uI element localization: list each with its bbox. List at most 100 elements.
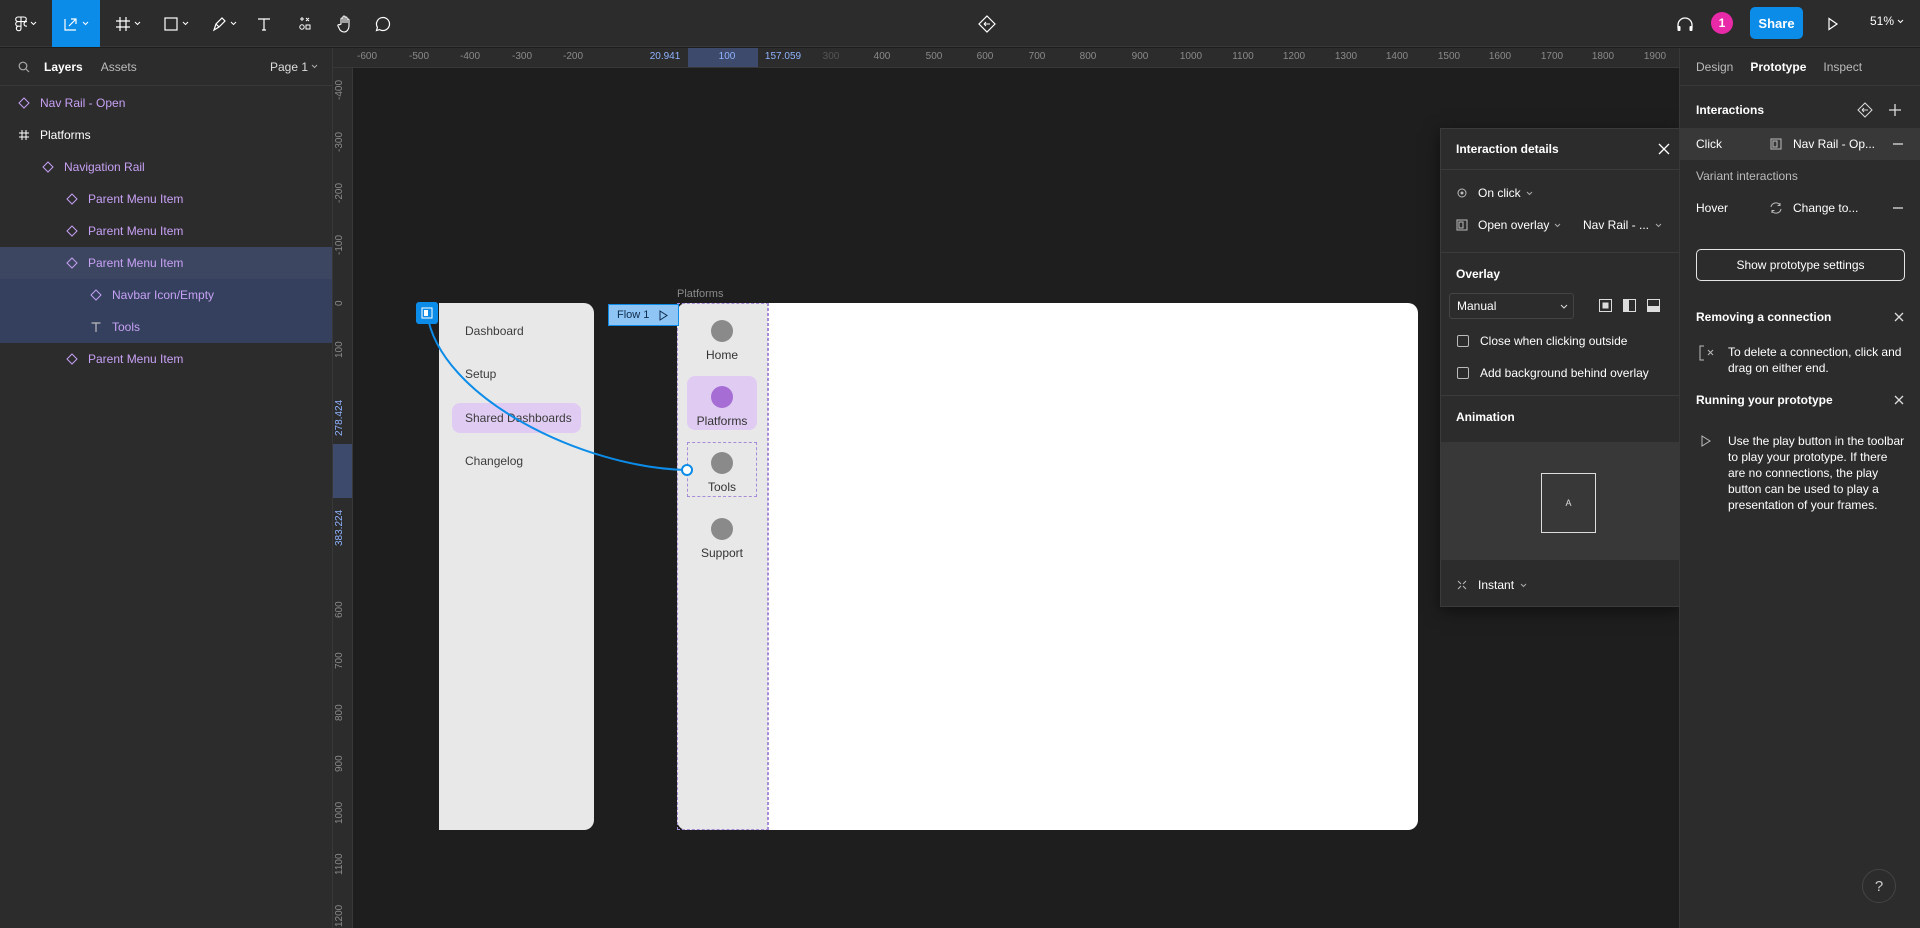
add-icon[interactable]: [1889, 104, 1901, 116]
close-outside-option[interactable]: Close when clicking outside: [1441, 329, 1679, 353]
layer-label: Nav Rail - Open: [40, 96, 126, 110]
main-menu-button[interactable]: [8, 0, 44, 47]
action-row: Open overlay Nav Rail - ...: [1441, 210, 1679, 240]
remove-icon[interactable]: [1893, 143, 1903, 145]
shape-tool-button[interactable]: [158, 0, 194, 47]
chevron-down-icon: [1555, 223, 1561, 227]
ruler-tick: 400: [873, 51, 891, 62]
layer-item-platforms[interactable]: Platforms: [0, 119, 332, 151]
ruler-tick: 1000: [1179, 51, 1203, 62]
ruler-tick-selection-start: 278.424: [334, 399, 345, 436]
ruler-selection-highlight: [333, 444, 352, 498]
layers-panel: Layers Assets Page 1 Nav Rail - Open Pla…: [0, 48, 333, 928]
chevron-down-icon: [1655, 223, 1662, 227]
search-icon[interactable]: [18, 61, 30, 73]
ruler-tick: 300: [822, 51, 840, 62]
destination-label: Nav Rail - ...: [1583, 218, 1650, 232]
tab-prototype[interactable]: Prototype: [1750, 60, 1806, 74]
animation-heading: Animation: [1456, 410, 1515, 424]
ruler-tick: 900: [334, 755, 345, 772]
connection-origin-handle[interactable]: [416, 302, 438, 324]
checkbox[interactable]: [1457, 335, 1469, 347]
component-icon: [40, 159, 56, 175]
add-background-option[interactable]: Add background behind overlay: [1441, 361, 1679, 385]
chevron-down-icon: [182, 21, 189, 26]
ruler-tick: 1300: [1334, 51, 1358, 62]
close-icon[interactable]: [1894, 312, 1904, 322]
checkbox[interactable]: [1457, 367, 1469, 379]
pen-tool-button[interactable]: [206, 0, 242, 47]
text-tool-button[interactable]: [252, 0, 276, 47]
chevron-down-icon: [311, 64, 318, 69]
ruler-tick: 800: [1079, 51, 1097, 62]
running-help-text: Use the play button in the toolbar to pl…: [1728, 434, 1905, 512]
interactions-header: Interactions: [1680, 95, 1920, 125]
chevron-down-icon: [1897, 19, 1904, 23]
share-button[interactable]: Share: [1750, 7, 1803, 39]
resources-button[interactable]: [292, 0, 318, 47]
layer-item-parent-menu-item[interactable]: Parent Menu Item: [0, 343, 332, 375]
close-icon[interactable]: [1658, 143, 1670, 155]
align-center-icon[interactable]: [1599, 299, 1612, 312]
interaction-row-click[interactable]: Click Nav Rail - Op...: [1680, 128, 1920, 160]
overlay-position-select[interactable]: Manual: [1449, 293, 1574, 319]
chevron-down-icon: [1526, 191, 1533, 195]
destination-select[interactable]: Nav Rail - ...: [1583, 218, 1662, 232]
align-bottom-icon[interactable]: [1647, 299, 1660, 312]
move-tool-icon: [64, 17, 77, 31]
running-heading: Running your prototype: [1696, 393, 1833, 407]
interaction-trigger: Hover: [1696, 201, 1729, 215]
ruler-tick: 500: [925, 51, 943, 62]
ruler-tick: 600: [976, 51, 994, 62]
move-tool-button[interactable]: [52, 0, 100, 47]
resources-icon: [299, 16, 311, 30]
layer-item-parent-menu-item[interactable]: Parent Menu Item: [0, 215, 332, 247]
help-button[interactable]: ?: [1862, 869, 1896, 903]
animation-select[interactable]: Instant: [1441, 573, 1679, 597]
action-select[interactable]: Open overlay: [1456, 218, 1561, 232]
text-tool-icon: [258, 17, 270, 31]
comment-tool-button[interactable]: [370, 0, 396, 47]
layer-item-navigation-rail[interactable]: Navigation Rail: [0, 151, 332, 183]
close-icon[interactable]: [1894, 395, 1904, 405]
zoom-label: 51%: [1870, 14, 1895, 28]
show-prototype-settings-button[interactable]: Show prototype settings: [1696, 249, 1905, 281]
overlay-icon: [1456, 219, 1468, 231]
layer-label: Parent Menu Item: [88, 256, 184, 270]
interaction-details-panel: Interaction details On click Open overla…: [1440, 128, 1680, 607]
ruler-tick: 1700: [1540, 51, 1564, 62]
hand-tool-button[interactable]: [332, 0, 358, 47]
component-swap-icon: [978, 14, 996, 33]
overlay-heading: Overlay: [1456, 267, 1501, 281]
frame-tool-button[interactable]: [110, 0, 146, 47]
ruler-tick: -300: [334, 131, 345, 152]
layer-item-navbar-icon-empty[interactable]: Navbar Icon/Empty: [0, 279, 332, 311]
layer-label: Navbar Icon/Empty: [112, 288, 215, 302]
trigger-select[interactable]: On click: [1441, 178, 1679, 208]
tab-layers[interactable]: Layers: [44, 60, 83, 74]
audio-button[interactable]: [1672, 0, 1698, 47]
play-icon: [1828, 16, 1839, 31]
layer-item-parent-menu-item[interactable]: Parent Menu Item: [0, 183, 332, 215]
component-swap-button[interactable]: [974, 0, 1000, 47]
zoom-control[interactable]: 51%: [1870, 14, 1904, 28]
ruler-tick: 1900: [1643, 51, 1667, 62]
avatar[interactable]: 1: [1711, 12, 1733, 34]
layer-item-tools[interactable]: Tools: [0, 311, 332, 343]
details-header: Interaction details: [1441, 129, 1679, 169]
layer-item-nav-rail-open[interactable]: Nav Rail - Open: [0, 87, 332, 119]
page-selector[interactable]: Page 1: [270, 60, 318, 74]
component-icon: [64, 255, 80, 271]
tab-design[interactable]: Design: [1696, 60, 1733, 74]
ruler-tick: 100: [334, 341, 345, 358]
present-button[interactable]: [1822, 0, 1844, 47]
rectangle-tool-icon: [164, 16, 178, 31]
align-left-icon[interactable]: [1623, 299, 1636, 312]
component-swap-icon[interactable]: [1857, 102, 1873, 118]
tab-assets[interactable]: Assets: [101, 60, 137, 74]
interaction-row-hover[interactable]: Hover Change to...: [1680, 192, 1920, 224]
tab-inspect[interactable]: Inspect: [1823, 60, 1862, 74]
remove-icon[interactable]: [1893, 207, 1903, 209]
layer-item-parent-menu-item-selected[interactable]: Parent Menu Item: [0, 247, 332, 279]
page-label: Page 1: [270, 59, 309, 74]
